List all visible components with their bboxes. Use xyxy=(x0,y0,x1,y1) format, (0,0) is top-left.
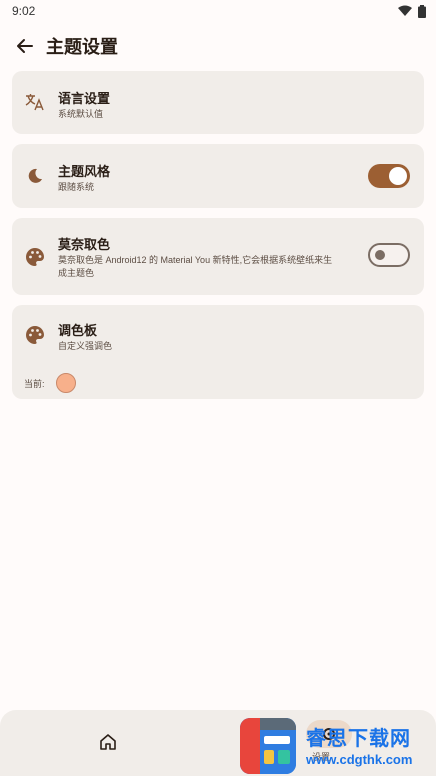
language-title: 语言设置 xyxy=(58,91,111,106)
moon-icon xyxy=(24,165,46,187)
monet-title: 莫奈取色 xyxy=(58,237,111,252)
palette-icon xyxy=(24,246,46,268)
current-color-swatch[interactable] xyxy=(56,373,76,393)
language-setting-card[interactable]: 语言设置 系统默认值 xyxy=(12,71,424,134)
back-button[interactable] xyxy=(12,33,38,59)
translate-icon xyxy=(24,91,46,113)
watermark: 睿思下载网 www.cdgthk.com xyxy=(240,716,436,776)
theme-style-switch[interactable] xyxy=(368,164,410,188)
palette-card[interactable]: 调色板 自定义强调色 当前: xyxy=(12,305,424,399)
switch-knob xyxy=(389,167,407,185)
monet-switch[interactable] xyxy=(368,243,410,267)
watermark-url: www.cdgthk.com xyxy=(306,752,413,767)
theme-style-card[interactable]: 主题风格 跟随系统 xyxy=(12,144,424,208)
switch-knob xyxy=(375,250,385,260)
monet-subtitle-line2: 成主题色 xyxy=(58,268,95,278)
palette-title: 调色板 xyxy=(58,323,98,338)
monet-subtitle-line1: 莫奈取色是 Android12 的 Material You 新特性,它会根据系… xyxy=(58,255,333,265)
wifi-icon xyxy=(398,5,412,16)
status-bar: 9:02 xyxy=(0,0,436,22)
palette-icon xyxy=(24,324,46,346)
watermark-logo xyxy=(240,718,296,774)
monet-color-card[interactable]: 莫奈取色 莫奈取色是 Android12 的 Material You 新特性,… xyxy=(12,218,424,295)
status-time: 9:02 xyxy=(12,4,36,18)
page-title: 主题设置 xyxy=(46,37,118,57)
nav-home-button[interactable] xyxy=(98,732,118,752)
watermark-title: 睿思下载网 xyxy=(306,728,411,750)
arrow-back-icon xyxy=(17,39,33,53)
theme-style-title: 主题风格 xyxy=(58,164,111,179)
battery-icon xyxy=(418,4,426,18)
palette-subtitle: 自定义强调色 xyxy=(58,341,113,351)
app-bar: 主题设置 xyxy=(0,28,436,64)
language-subtitle: 系统默认值 xyxy=(58,109,104,119)
status-icons xyxy=(398,4,426,18)
theme-style-subtitle: 跟随系统 xyxy=(58,182,95,192)
home-icon xyxy=(100,734,116,750)
current-color-label: 当前: xyxy=(24,379,45,389)
